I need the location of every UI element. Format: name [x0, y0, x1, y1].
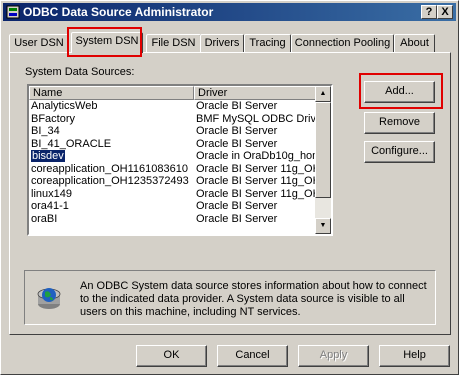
system-data-sources-list[interactable]: Name Driver AnalyticsWeb Oracle BI Server… — [27, 84, 333, 236]
configure-button[interactable]: Configure... — [364, 141, 435, 163]
scroll-thumb[interactable] — [315, 102, 331, 198]
tab-about[interactable]: About — [394, 34, 435, 52]
apply-button[interactable]: Apply — [298, 345, 369, 367]
list-item[interactable]: linux149 Oracle BI Server 11g_OH — [29, 188, 317, 201]
odbc-dialog-window: ODBC Data Source Administrator ? X User … — [0, 0, 459, 375]
help-title-button[interactable]: ? — [421, 5, 437, 19]
scroll-down-arrow-icon[interactable]: ▼ — [315, 218, 331, 234]
list-vertical-scrollbar[interactable]: ▲ ▼ — [315, 86, 331, 234]
tab-system-dsn[interactable]: System DSN — [71, 32, 143, 53]
tab-tracing[interactable]: Tracing — [244, 34, 291, 52]
cancel-button[interactable]: Cancel — [217, 345, 288, 367]
globe-data-source-icon — [37, 288, 61, 309]
list-item[interactable]: BI_34 Oracle BI Server — [29, 125, 317, 138]
list-item[interactable]: coreapplication_OH1161083610 Oracle BI Se… — [29, 163, 317, 176]
odbc-app-icon — [6, 5, 20, 19]
system-data-sources-label: System Data Sources: — [25, 66, 135, 78]
help-button[interactable]: Help — [379, 345, 450, 367]
ok-button[interactable]: OK — [136, 345, 207, 367]
window-title: ODBC Data Source Administrator — [23, 5, 214, 19]
list-rows: AnalyticsWeb Oracle BI Server BFactory BMF… — [29, 100, 317, 225]
list-item[interactable]: ora41-1 Oracle BI Server — [29, 200, 317, 213]
tab-user-dsn[interactable]: User DSN — [9, 34, 69, 52]
list-item[interactable]: coreapplication_OH1235372493 Oracle BI Se… — [29, 175, 317, 188]
tab-connection-pooling[interactable]: Connection Pooling — [291, 34, 394, 52]
title-bar[interactable]: ODBC Data Source Administrator ? X — [3, 3, 456, 21]
close-title-button[interactable]: X — [437, 5, 453, 19]
list-item-selected[interactable]: bisdev Oracle in OraDb10g_home — [29, 150, 317, 163]
list-item[interactable]: BI_41_ORACLE Oracle BI Server — [29, 138, 317, 151]
tab-drivers[interactable]: Drivers — [200, 34, 244, 52]
list-item[interactable]: BFactory BMF MySQL ODBC Driver — [29, 113, 317, 126]
column-header-driver[interactable]: Driver — [194, 86, 317, 100]
remove-button[interactable]: Remove — [364, 112, 435, 134]
add-button[interactable]: Add... — [364, 81, 435, 103]
column-header-name[interactable]: Name — [29, 86, 194, 100]
list-item[interactable]: oraBI Oracle BI Server — [29, 213, 317, 226]
info-text: An ODBC System data source stores inform… — [80, 280, 427, 318]
tab-file-dsn[interactable]: File DSN — [146, 34, 201, 52]
scroll-up-arrow-icon[interactable]: ▲ — [315, 86, 331, 102]
list-item[interactable]: AnalyticsWeb Oracle BI Server — [29, 100, 317, 113]
